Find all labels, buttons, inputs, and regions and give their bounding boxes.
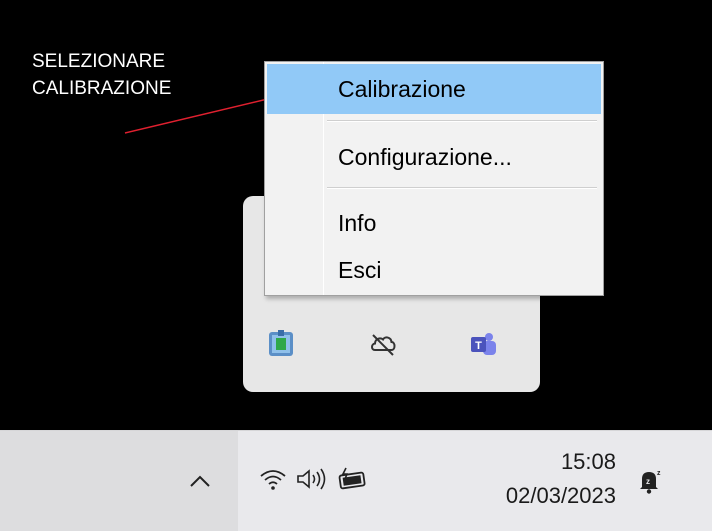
- taskbar: 15:08 02/03/2023 z z: [0, 430, 712, 531]
- menu-separator: [327, 120, 597, 122]
- context-menu: Calibrazione Configurazione... Info Esci: [264, 61, 604, 296]
- battery-charging-icon[interactable]: [334, 461, 374, 497]
- chevron-up-icon[interactable]: [180, 461, 220, 501]
- menu-separator: [327, 187, 597, 189]
- onedrive-offline-icon[interactable]: [365, 326, 401, 362]
- svg-text:z: z: [657, 470, 661, 477]
- menu-item-configurazione[interactable]: Configurazione...: [267, 132, 601, 182]
- teams-icon[interactable]: T: [465, 326, 501, 362]
- svg-text:z: z: [646, 477, 650, 486]
- menu-item-esci[interactable]: Esci: [267, 245, 601, 295]
- desktop: SELEZIONARE CALIBRAZIONE T Calibrazione …: [0, 0, 712, 430]
- clock-time: 15:08: [560, 449, 616, 474]
- calibration-app-icon[interactable]: [263, 326, 299, 362]
- menu-item-info[interactable]: Info: [267, 198, 601, 248]
- notification-bell-icon[interactable]: z z: [630, 461, 670, 501]
- speaker-icon[interactable]: [292, 461, 332, 497]
- clock-date: 02/03/2023: [505, 483, 616, 508]
- clock[interactable]: 15:08 02/03/2023: [456, 445, 616, 513]
- svg-text:T: T: [475, 340, 482, 352]
- wifi-icon[interactable]: [256, 461, 290, 497]
- menu-item-calibrazione[interactable]: Calibrazione: [267, 64, 601, 114]
